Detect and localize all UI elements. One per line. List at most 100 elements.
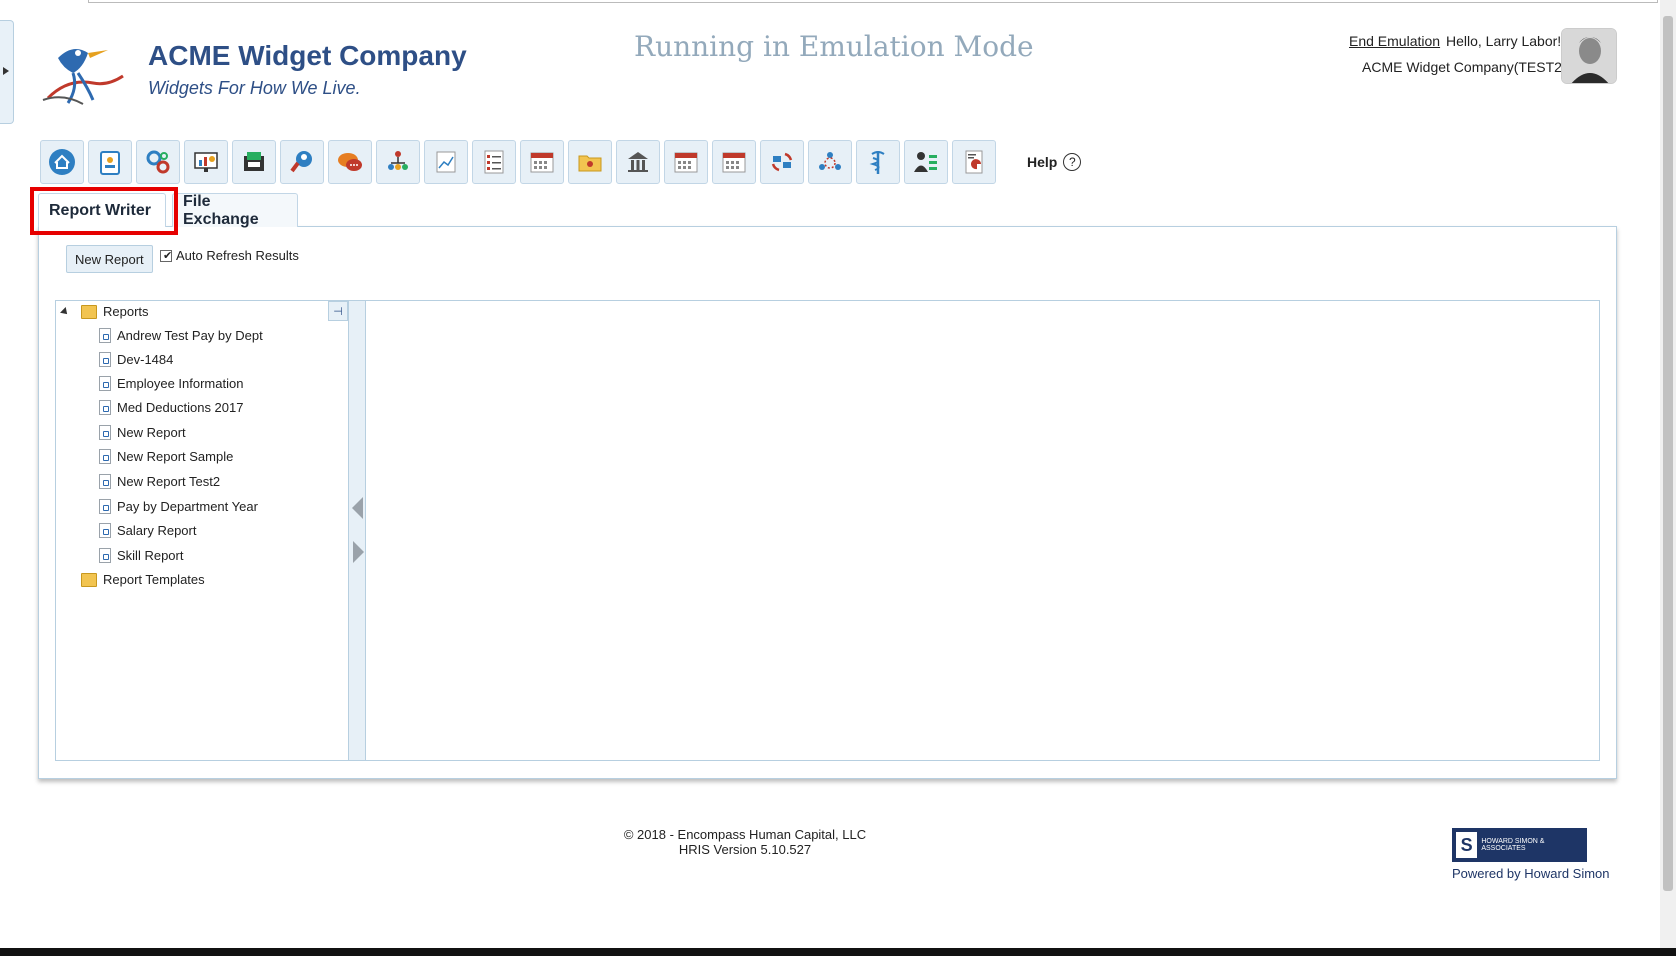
settings-button[interactable] [136,140,180,184]
tree-node-label: Reports [103,304,149,319]
company-tagline: Widgets For How We Live. [148,78,361,98]
company-code: ACME Widget Company(TEST2) [1362,59,1567,75]
report-file-icon [99,400,111,415]
folder-open-icon [81,304,97,319]
folder-icon [578,155,602,172]
tree-item-label: New Report [117,425,186,440]
analytics-button[interactable] [424,140,468,184]
gears-icon [146,150,170,174]
payroll-button[interactable] [232,140,276,184]
help-link[interactable]: Help ? [1027,153,1082,171]
calendar-icon [674,152,698,173]
pin-pane-button[interactable]: ⊣ [328,301,348,321]
documents-button[interactable] [568,140,612,184]
home-icon [49,149,75,175]
hs-logo-icon: S [1456,832,1478,858]
messages-button[interactable] [328,140,372,184]
help-label: Help [1027,154,1058,170]
end-emulation-link[interactable]: End Emulation [1349,33,1440,49]
tree-item-label: Dev-1484 [117,352,174,367]
report-tree: Reports Andrew Test Pay by Dept Dev-1484… [55,300,348,761]
company-button[interactable] [616,140,660,184]
report-file-icon [99,328,111,343]
calendar-button-2[interactable] [664,140,708,184]
tree-item-label: Employee Information [117,376,244,391]
calendar-icon [722,152,746,173]
user-greeting: Hello, Larry Labor! [1446,33,1562,49]
sync-button[interactable] [760,140,804,184]
tree-node-report-templates[interactable]: Report Templates [81,572,205,587]
tree-item-label: Skill Report [117,548,184,563]
scrollbar-thumb[interactable] [1663,16,1673,891]
calendar-button-3[interactable] [712,140,756,184]
roadrunner-logo-icon [42,49,124,105]
sidebar-toggle[interactable] [0,20,14,124]
id-badge-icon [100,151,120,175]
report-file-icon [99,376,111,391]
benefits-button[interactable] [856,140,900,184]
chevron-right-icon [3,67,9,75]
taskbar-edge [0,948,1676,956]
search-people-button[interactable] [280,140,324,184]
tree-item[interactable]: New Report Test2 [99,474,220,489]
tree-item[interactable]: Salary Report [99,523,196,538]
report-file-icon [99,474,111,489]
tree-root-reports[interactable]: Reports [60,304,149,319]
help-circle-icon: ? [1063,153,1082,171]
report-file-icon [99,425,111,440]
tree-item-label: Pay by Department Year [117,499,258,514]
footer-copyright: © 2018 - Encompass Human Capital, LLC HR… [500,827,990,857]
vertical-scrollbar[interactable] [1660,0,1676,956]
dashboard-icon [194,152,218,172]
report-file-icon [99,449,111,464]
user-photo-icon [1562,29,1616,83]
report-file-icon [99,352,111,367]
tree-item[interactable]: Dev-1484 [99,352,173,367]
collapse-left-icon[interactable] [352,497,363,519]
employee-move-button[interactable] [904,140,948,184]
checklist-icon [484,150,504,174]
checklist-button[interactable] [472,140,516,184]
tree-node-label: Report Templates [103,572,205,587]
auto-refresh-option[interactable]: ✔ Auto Refresh Results [160,248,299,263]
reports-button[interactable] [952,140,996,184]
chat-icon [338,153,362,171]
tree-item[interactable]: New Report Sample [99,449,233,464]
report-file-icon [99,523,111,538]
sync-icon [771,152,793,172]
copyright-text: © 2018 - Encompass Human Capital, LLC [623,827,867,842]
employee-move-icon [914,152,937,172]
new-report-button[interactable]: New Report [66,245,153,273]
home-button[interactable] [40,140,84,184]
team-button[interactable] [808,140,852,184]
company-name: ACME Widget Company [148,40,467,71]
pane-splitter[interactable] [348,301,366,760]
highlight-box [30,187,178,235]
tree-item[interactable]: Pay by Department Year [99,499,258,514]
tree-item[interactable]: Med Deductions 2017 [99,400,243,415]
auto-refresh-label: Auto Refresh Results [176,248,299,263]
chart-icon [436,151,456,173]
version-text: HRIS Version 5.10.527 [678,842,812,857]
id-badge-button[interactable] [88,140,132,184]
tab-file-exchange[interactable]: File Exchange [172,193,298,228]
org-chart-icon [388,151,408,170]
avatar[interactable] [1561,28,1617,84]
expand-arrow-icon[interactable] [60,306,70,317]
team-icon [819,152,841,170]
tree-item[interactable]: New Report [99,425,186,440]
auto-refresh-checkbox[interactable]: ✔ [160,249,172,262]
report-icon [965,150,983,174]
folder-icon [81,572,97,587]
org-chart-button[interactable] [376,140,420,184]
calendar-icon [530,152,554,173]
partner-logo-text: HOWARD SIMON & ASSOCIATES [1481,838,1545,852]
tree-item[interactable]: Skill Report [99,548,183,563]
dashboard-button[interactable] [184,140,228,184]
tree-item[interactable]: Employee Information [99,376,243,391]
expand-right-icon[interactable] [353,541,364,563]
payroll-icon [244,152,264,171]
search-person-icon [290,151,312,173]
tree-item[interactable]: Andrew Test Pay by Dept [99,328,263,343]
calendar-button-1[interactable] [520,140,564,184]
